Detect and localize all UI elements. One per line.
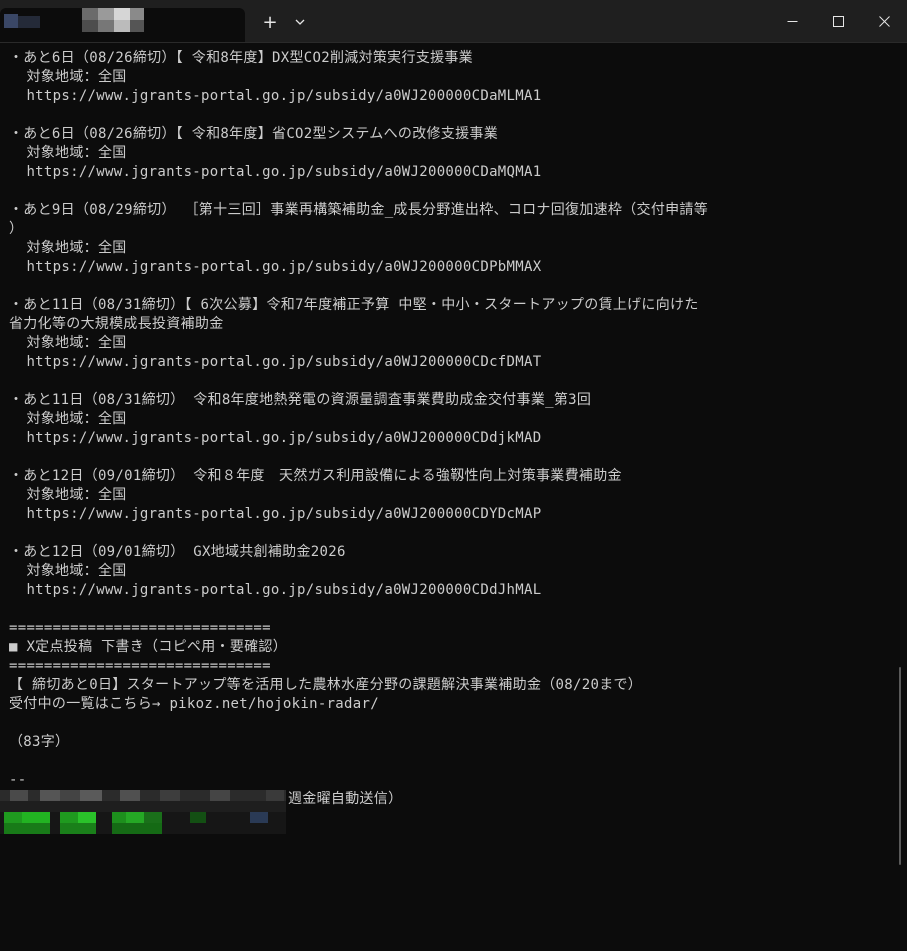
- redacted-block: [82, 20, 98, 32]
- window-titlebar: +: [0, 0, 907, 43]
- signature-dash: --: [9, 772, 27, 788]
- redacted-signature: [0, 790, 286, 834]
- entry-heading: ・あと11日（08/31締切） 令和8年度地熱発電の資源量調査事業費助成金交付事…: [9, 392, 592, 408]
- entry-url[interactable]: https://www.jgrants-portal.go.jp/subsidy…: [9, 505, 541, 524]
- new-tab-button[interactable]: +: [258, 10, 282, 34]
- entry-region: 対象地域：全国: [9, 411, 127, 427]
- entry-heading-continued: ）: [9, 221, 24, 237]
- chevron-down-icon: [295, 19, 305, 25]
- tab-dropdown-button[interactable]: [288, 10, 312, 34]
- entry-url[interactable]: https://www.jgrants-portal.go.jp/subsidy…: [9, 581, 541, 600]
- entry-region: 対象地域：全国: [9, 563, 127, 579]
- entry-heading: ・あと12日（09/01締切） 令和８年度 天然ガス利用設備による強靱性向上対策…: [9, 468, 622, 484]
- redacted-block: [98, 20, 114, 32]
- entry-region: 対象地域：全国: [9, 487, 127, 503]
- close-button[interactable]: [861, 0, 907, 42]
- redacted-block: [114, 8, 130, 20]
- entry-region: 対象地域：全国: [9, 240, 127, 256]
- entry-url[interactable]: https://www.jgrants-portal.go.jp/subsidy…: [9, 353, 541, 372]
- entry-region: 対象地域：全国: [9, 69, 127, 85]
- separator-line: ==============================: [9, 658, 271, 674]
- redacted-block: [18, 16, 40, 28]
- entry-url[interactable]: https://www.jgrants-portal.go.jp/subsidy…: [9, 87, 541, 106]
- maximize-button[interactable]: [815, 0, 861, 42]
- plus-icon: +: [262, 11, 278, 33]
- tab-icon: [4, 14, 18, 28]
- redacted-block: [114, 20, 130, 32]
- scrollbar-thumb[interactable]: [899, 667, 901, 865]
- entry-url[interactable]: https://www.jgrants-portal.go.jp/subsidy…: [9, 429, 541, 448]
- entry-heading: ・あと12日（09/01締切） GX地域共創補助金2026: [9, 544, 346, 560]
- separator-line: ==============================: [9, 620, 271, 636]
- minimize-button[interactable]: [769, 0, 815, 42]
- signature-text: 週金曜自動送信）: [288, 791, 403, 807]
- entry-region: 対象地域：全国: [9, 335, 127, 351]
- active-tab[interactable]: [0, 8, 245, 42]
- redacted-block: [82, 8, 98, 20]
- entry-heading: ・あと6日（08/26締切）【 令和8年度】DX型CO2削減対策実行支援事業: [9, 50, 473, 66]
- post-text: 【 締切あと0日】スタートアップ等を活用した農林水産分野の課題解決事業補助金（0…: [9, 677, 643, 693]
- minimize-icon: [787, 20, 797, 22]
- entry-heading: ・あと6日（08/26締切）【 令和8年度】省CO2型システムへの改修支援事業: [9, 126, 498, 142]
- entry-heading: ・あと9日（08/29締切） ［第十三回］事業再構築補助金_成長分野進出枠、コロ…: [9, 202, 709, 218]
- redacted-block: [130, 20, 144, 32]
- redacted-block: [98, 8, 114, 20]
- entry-region: 対象地域：全国: [9, 145, 127, 161]
- char-count: （83字）: [9, 734, 70, 750]
- draft-heading: ■ X定点投稿 下書き（コピペ用・要確認）: [9, 639, 288, 655]
- entry-heading-continued: 省力化等の大規模成長投資補助金: [9, 316, 224, 332]
- close-icon: [878, 15, 890, 27]
- redacted-block: [130, 8, 144, 20]
- maximize-icon: [832, 15, 844, 27]
- entry-url[interactable]: https://www.jgrants-portal.go.jp/subsidy…: [9, 258, 541, 277]
- entry-url[interactable]: https://www.jgrants-portal.go.jp/subsidy…: [9, 163, 541, 182]
- entry-heading: ・あと11日（08/31締切）【 6次公募】令和7年度補正予算 中堅・中小・スタ…: [9, 297, 699, 313]
- post-link-line: 受付中の一覧はこちら→ pikoz.net/hojokin-radar/: [9, 696, 379, 712]
